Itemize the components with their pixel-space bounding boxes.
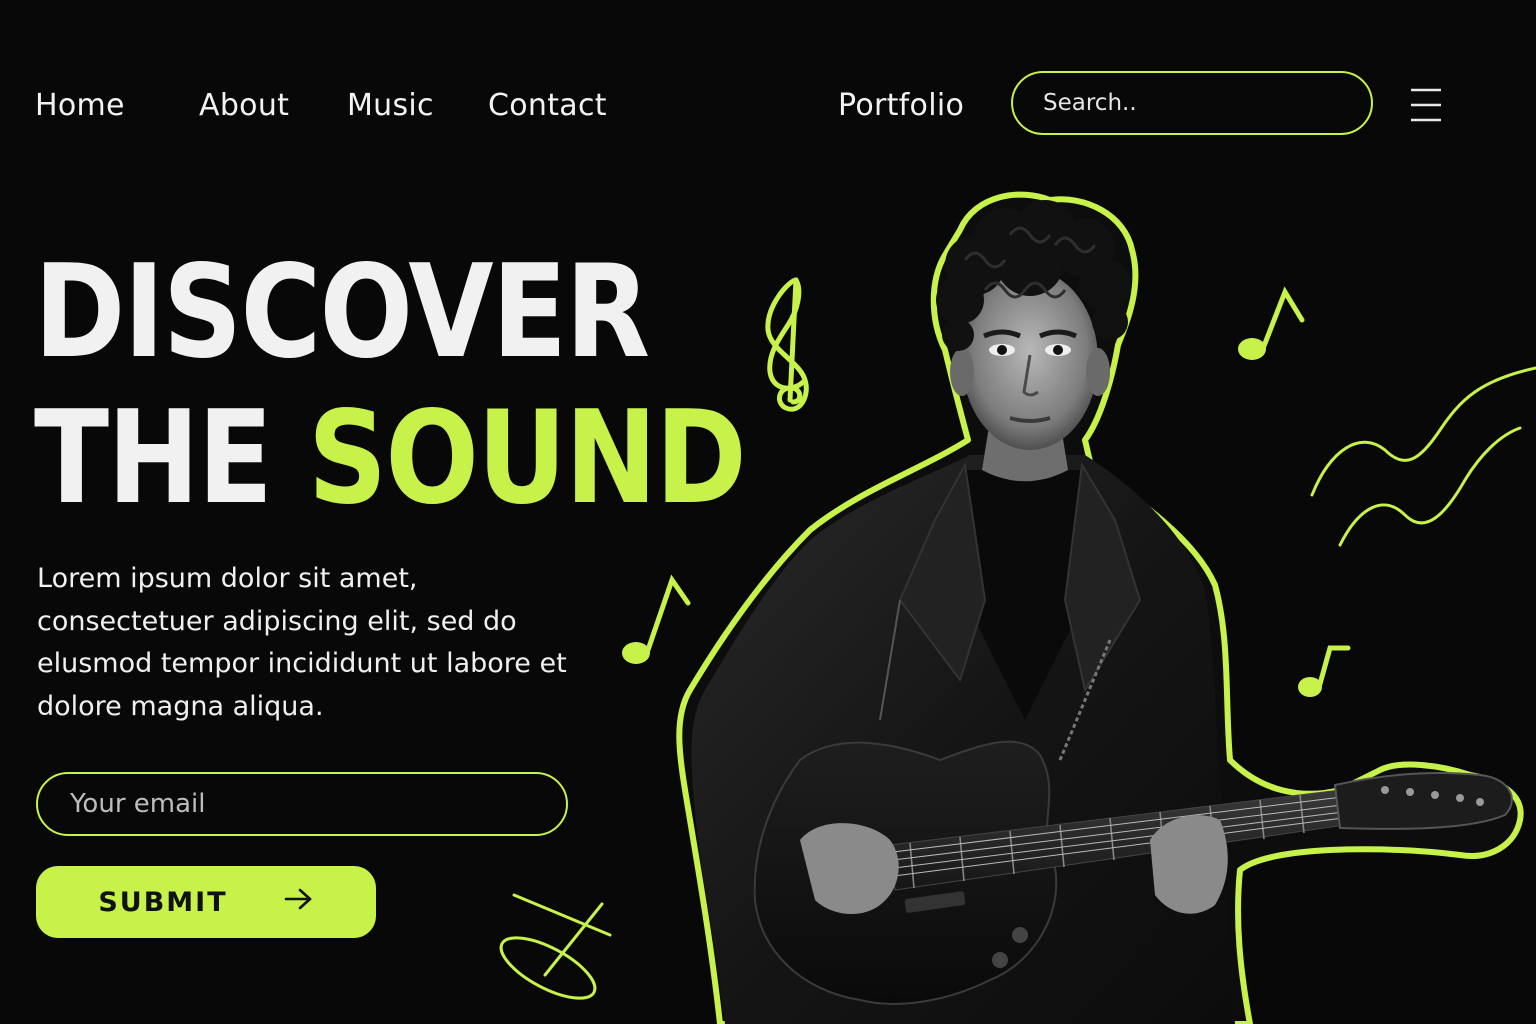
hero-title-line1: DISCOVER (34, 238, 650, 387)
musician-illustration (676, 191, 1524, 1024)
submit-button[interactable]: SUBMIT (36, 866, 376, 938)
email-field-container (36, 772, 568, 836)
music-note-icon (622, 574, 691, 664)
hero-title-accent: SOUND (307, 384, 747, 533)
music-note-icon (1298, 645, 1351, 697)
hero-description: Lorem ipsum dolor sit amet, consectetuer… (37, 563, 567, 722)
search-input[interactable] (1041, 89, 1345, 117)
arrow-right-icon (284, 887, 314, 918)
nav-link-music[interactable]: Music (347, 88, 434, 124)
hero-title-line2-white: THE (34, 384, 273, 533)
hamburger-menu-icon[interactable] (1410, 88, 1442, 122)
treble-clef-icon (765, 277, 809, 412)
submit-button-label: SUBMIT (98, 886, 228, 918)
squiggle-decoration (1310, 366, 1536, 547)
nav-link-about[interactable]: About (199, 88, 289, 124)
email-field[interactable] (68, 788, 532, 820)
landing-page: Home About Music Contact Portfolio DISCO… (0, 0, 1536, 1024)
nav-link-home[interactable]: Home (35, 88, 125, 124)
search-box (1011, 71, 1373, 135)
doodle-decoration (499, 893, 612, 1000)
nav-link-contact[interactable]: Contact (488, 88, 607, 124)
nav-link-portfolio[interactable]: Portfolio (838, 88, 964, 124)
music-note-icon (1238, 286, 1305, 360)
hero-title: DISCOVER THE SOUND (34, 238, 747, 533)
